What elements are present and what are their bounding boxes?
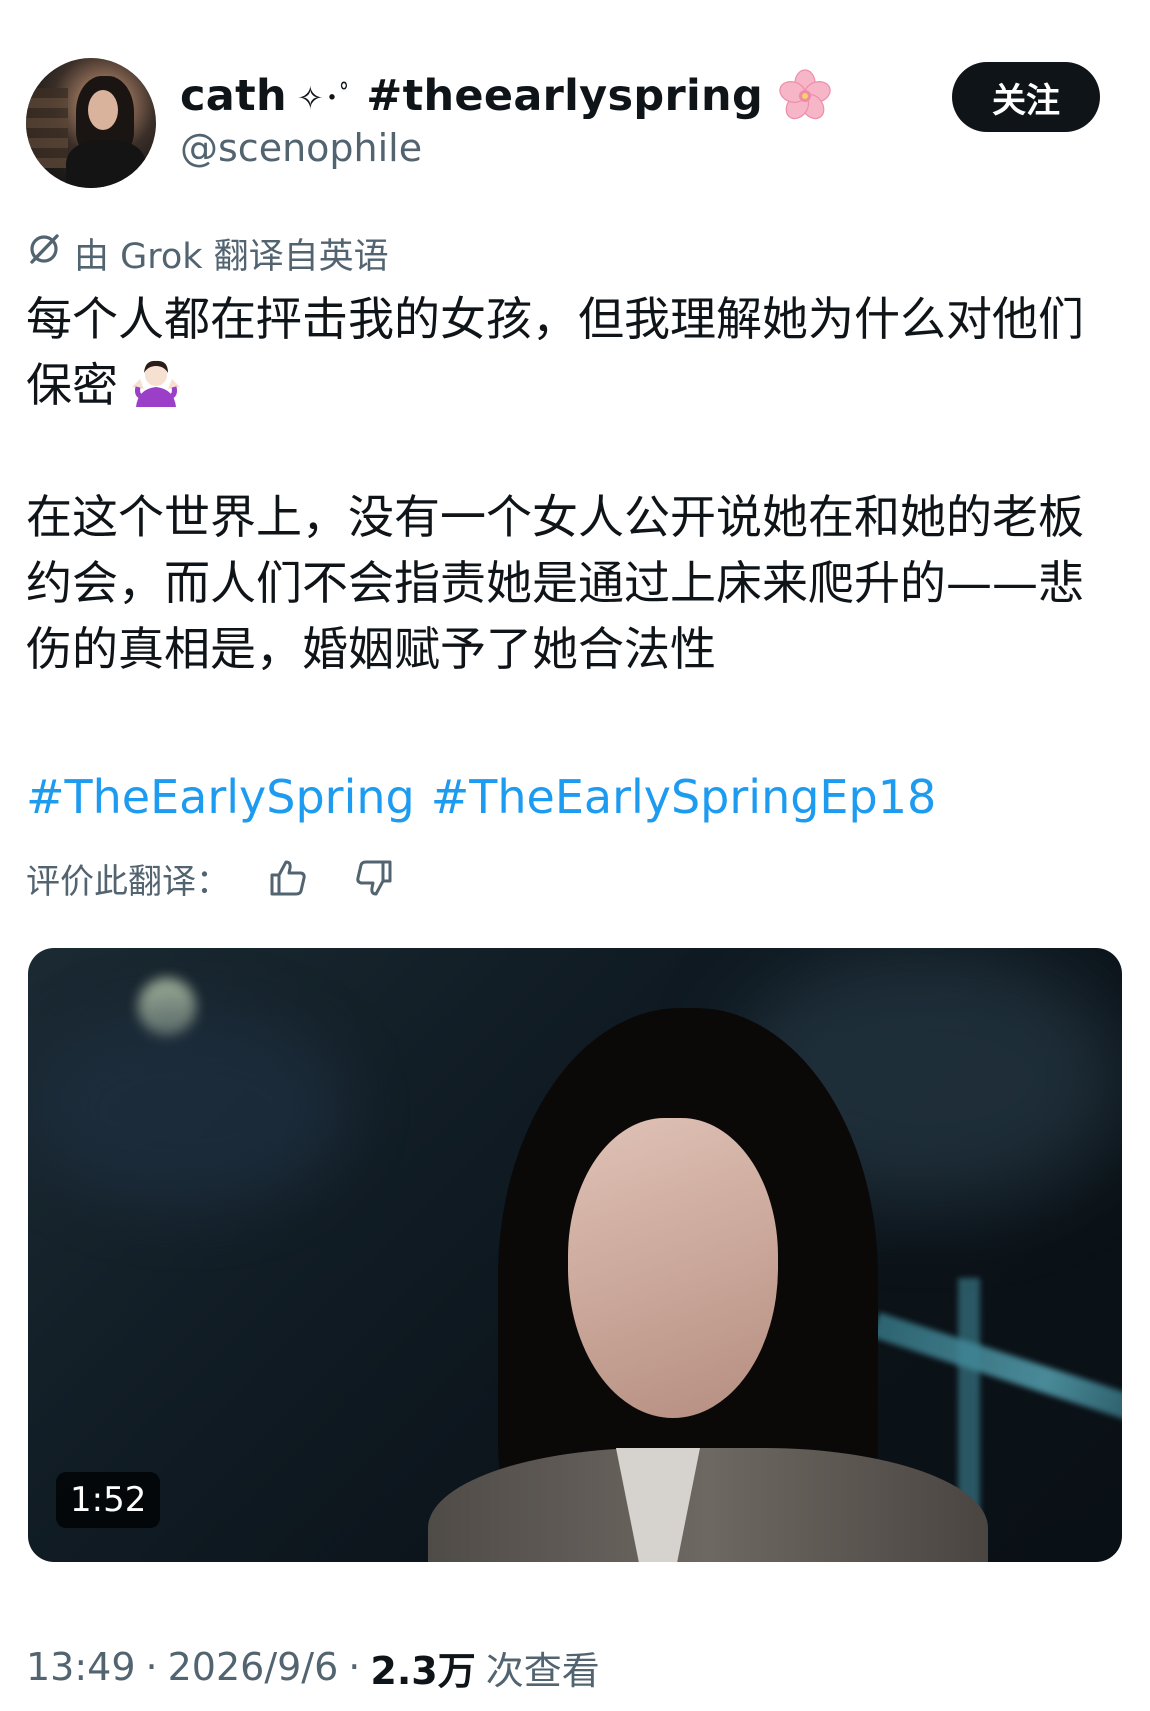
views-count[interactable]: 2.3万	[370, 1640, 475, 1695]
translation-note[interactable]: 由 Grok 翻译自英语	[26, 228, 389, 278]
meta-separator: ·	[145, 1645, 158, 1689]
views-label: 次查看	[485, 1648, 600, 1693]
user-handle[interactable]: @scenophile	[180, 126, 422, 170]
sparkle-decoration: ✧･ﾟ	[296, 79, 357, 117]
cherry-blossom-icon	[777, 68, 833, 124]
rate-translation: 评价此翻译：	[26, 850, 402, 906]
thumbs-up-icon[interactable]	[260, 850, 316, 906]
avatar[interactable]	[26, 58, 156, 188]
meta-separator: ·	[348, 1645, 361, 1689]
thumbs-down-icon[interactable]	[346, 850, 402, 906]
translation-note-text: 由 Grok 翻译自英语	[74, 236, 389, 277]
tweet-time[interactable]: 13:49	[26, 1645, 136, 1689]
grok-icon	[26, 231, 62, 276]
tweet-meta: 13:49 · 2026/9/6 · 2.3万 次查看	[26, 1640, 600, 1694]
tweet-paragraph-1: 每个人都在抨击我的女孩，但我理解她为什么对他们保密	[26, 292, 1084, 412]
tweet-date[interactable]: 2026/9/6	[168, 1645, 339, 1689]
display-name-text: cath	[180, 71, 287, 121]
tweet-text: 每个人都在抨击我的女孩，但我理解她为什么对他们保密 在这个世界上，没有一个女人公…	[26, 286, 1126, 682]
hashtag-link[interactable]: #TheEarlySpring	[26, 770, 415, 824]
display-name[interactable]: cath ✧･ﾟ #theearlyspring	[180, 68, 833, 124]
follow-button[interactable]: 关注	[952, 62, 1100, 132]
tweet-paragraph-2: 在这个世界上，没有一个女人公开说她在和她的老板约会，而人们不会指责她是通过上床来…	[26, 490, 1084, 676]
hashtag-link[interactable]: #TheEarlySpringEp18	[431, 770, 937, 824]
video-player[interactable]: 1:52	[28, 948, 1122, 1562]
shrug-emoji-icon	[128, 353, 184, 409]
tweet-page: cath ✧･ﾟ #theearlyspring @scenophile 关注 …	[0, 0, 1150, 1711]
display-name-hashtag: #theearlyspring	[366, 71, 764, 121]
video-duration: 1:52	[56, 1472, 161, 1528]
hashtag-list: #TheEarlySpring #TheEarlySpringEp18	[26, 770, 936, 824]
rate-translation-label: 评价此翻译：	[26, 861, 230, 902]
